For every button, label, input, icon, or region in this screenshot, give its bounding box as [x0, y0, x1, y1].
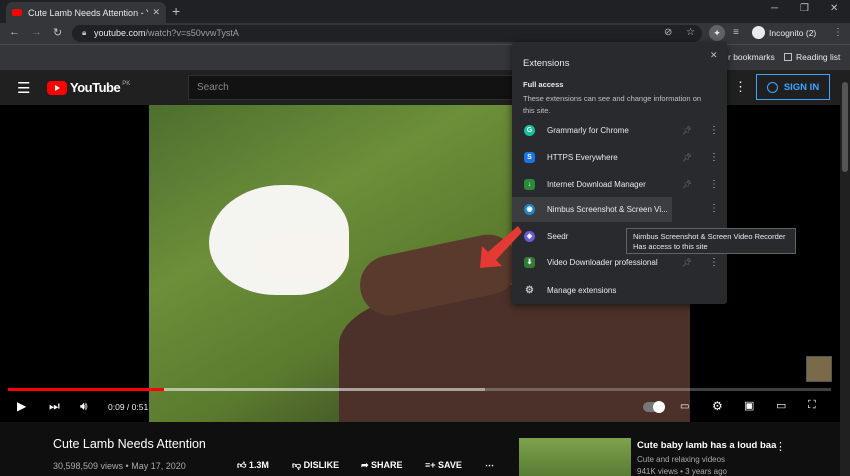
- recommendation-title[interactable]: Cute baby lamb has a loud baa: [637, 440, 776, 451]
- tab-title: Cute Lamb Needs Attention - Yo: [28, 7, 149, 18]
- incognito-icon: [752, 26, 765, 39]
- share-button[interactable]: ➦ SHARE: [361, 460, 403, 471]
- video-title: Cute Lamb Needs Attention: [53, 437, 206, 451]
- extension-item-idm[interactable]: ↓ Internet Download Manager 📌︎ ⋮: [512, 172, 727, 197]
- annotation-arrow-icon: [480, 226, 522, 268]
- pin-icon[interactable]: 📌︎: [682, 180, 692, 189]
- popup-section-heading: Full access: [523, 80, 564, 89]
- video-meta: 30,598,509 views • May 17, 2020: [53, 461, 186, 471]
- tab-strip: Cute Lamb Needs Attention - Yo ✕ + ─ ❐ ✕: [0, 0, 850, 23]
- youtube-favicon-icon: [12, 9, 22, 16]
- url-text[interactable]: youtube.com/watch?v=s50vvwTystA: [94, 28, 239, 38]
- recommendation-channel[interactable]: Cute and relaxing videos: [637, 455, 725, 464]
- nimbus-icon: ◉: [524, 204, 535, 215]
- more-actions-icon[interactable]: ⋯: [485, 460, 494, 471]
- new-tab-icon[interactable]: +: [172, 3, 180, 19]
- manage-extensions-link[interactable]: ⚙ Manage extensions: [512, 280, 727, 300]
- playlist-add-icon: ≡+: [425, 460, 439, 470]
- eye-off-icon[interactable]: ⊘: [664, 27, 672, 38]
- fullscreen-icon[interactable]: ⛶: [808, 399, 816, 412]
- profile-incognito[interactable]: Incognito (2): [752, 26, 816, 39]
- back-icon[interactable]: ←: [9, 26, 20, 38]
- extension-item-nimbus[interactable]: ◉ Nimbus Screenshot & Screen Vi...: [512, 197, 672, 222]
- pin-icon[interactable]: 📌︎: [682, 153, 692, 162]
- sign-in-button[interactable]: SIGN IN: [756, 74, 830, 100]
- reading-list-icon: [784, 53, 792, 61]
- country-code: PK: [122, 80, 131, 87]
- grammarly-icon: G: [524, 125, 535, 136]
- idm-icon: ↓: [524, 179, 535, 190]
- extensions-popup: Extensions ✕ Full access These extension…: [512, 42, 727, 304]
- youtube-logo[interactable]: YouTube PK: [47, 80, 130, 95]
- video-downloader-icon: ⬇: [524, 257, 535, 268]
- progress-played: [8, 388, 165, 391]
- restore-icon[interactable]: ❐: [800, 3, 809, 14]
- share-icon: ➦: [361, 460, 372, 470]
- seedr-icon: ◈: [524, 231, 535, 242]
- pin-icon[interactable]: 📌︎: [682, 258, 692, 267]
- theater-mode-icon[interactable]: ▭: [776, 399, 786, 412]
- youtube-play-icon: [47, 80, 67, 95]
- tooltip-line-2: Has access to this site: [633, 242, 708, 251]
- extension-item-grammarly[interactable]: G Grammarly for Chrome 📌︎ ⋮: [512, 118, 727, 143]
- next-icon[interactable]: ⏭︎: [49, 399, 60, 414]
- thumbs-up-icon: 👍︎: [237, 460, 249, 470]
- recommendation-views: 941K views • 3 years ago: [637, 467, 727, 476]
- close-window-icon[interactable]: ✕: [830, 3, 838, 14]
- volume-icon[interactable]: 🔊︎: [80, 399, 88, 414]
- lock-icon: 🔒︎: [82, 28, 87, 37]
- scrollbar-thumb[interactable]: [842, 82, 848, 172]
- browser-tab[interactable]: Cute Lamb Needs Attention - Yo ✕: [6, 2, 166, 23]
- save-button[interactable]: ≡+ SAVE: [425, 460, 462, 470]
- close-tab-icon[interactable]: ✕: [152, 7, 160, 18]
- other-bookmarks[interactable]: r bookmarks: [728, 52, 775, 62]
- page-scrollbar[interactable]: [840, 70, 850, 476]
- popup-title: Extensions: [523, 58, 570, 69]
- more-options-icon[interactable]: ⋮: [709, 152, 719, 163]
- chrome-menu-icon[interactable]: ⋮: [833, 27, 843, 38]
- extension-item-https-everywhere[interactable]: S HTTPS Everywhere 📌︎ ⋮: [512, 145, 727, 170]
- user-icon: [766, 81, 778, 93]
- more-options-icon[interactable]: ⋮: [709, 179, 719, 190]
- menu-icon[interactable]: ☰: [17, 79, 30, 97]
- gear-icon: ⚙: [525, 284, 534, 296]
- recommendation-menu-icon[interactable]: ⋮: [775, 440, 786, 453]
- pin-icon[interactable]: 📌︎: [682, 126, 692, 135]
- miniplayer-icon[interactable]: ▣: [744, 399, 754, 412]
- more-options-icon[interactable]: ⋮: [709, 125, 719, 136]
- https-everywhere-icon: S: [524, 152, 535, 163]
- reading-list[interactable]: Reading list: [784, 52, 840, 62]
- progress-bar[interactable]: [8, 388, 831, 391]
- like-button[interactable]: 👍︎ 1.3M: [237, 460, 269, 471]
- captions-icon[interactable]: ▭: [680, 401, 689, 412]
- minimize-icon[interactable]: ─: [771, 3, 778, 14]
- settings-kebab-icon[interactable]: ⋮: [734, 79, 747, 95]
- extensions-puzzle-icon[interactable]: ✦: [709, 25, 725, 41]
- extension-tooltip: Nimbus Screenshot & Screen Video Recorde…: [626, 228, 796, 254]
- media-queue-icon[interactable]: ≡: [733, 27, 739, 38]
- address-bar[interactable]: 🔒︎ youtube.com/watch?v=s50vvwTystA: [72, 25, 702, 42]
- star-icon[interactable]: ☆: [686, 27, 695, 38]
- forward-icon[interactable]: →: [31, 26, 42, 38]
- play-icon[interactable]: ▶: [17, 399, 26, 413]
- lamb-head: [249, 225, 349, 285]
- profile-label: Incognito (2): [769, 27, 817, 38]
- dislike-button[interactable]: 👎︎ DISLIKE: [292, 460, 339, 471]
- autoplay-toggle[interactable]: [643, 401, 665, 413]
- recommendation-thumbnail[interactable]: [519, 438, 631, 476]
- close-popup-icon[interactable]: ✕: [710, 50, 718, 61]
- popup-description: These extensions can see and change info…: [523, 94, 702, 115]
- more-options-icon[interactable]: ⋮: [709, 203, 719, 214]
- tooltip-line-1: Nimbus Screenshot & Screen Video Recorde…: [633, 232, 786, 241]
- reload-icon[interactable]: ↻: [53, 26, 62, 39]
- browser-toolbar: ← → ↻ 🔒︎ youtube.com/watch?v=s50vvwTystA…: [0, 23, 850, 44]
- time-display: 0:09 / 0:51: [108, 402, 149, 412]
- thumbs-down-icon: 👎︎: [292, 460, 304, 470]
- more-options-icon[interactable]: ⋮: [709, 257, 719, 268]
- search-input[interactable]: Search: [188, 75, 513, 100]
- end-screen-thumbnail[interactable]: [806, 356, 832, 382]
- settings-gear-icon[interactable]: ⚙: [712, 399, 723, 413]
